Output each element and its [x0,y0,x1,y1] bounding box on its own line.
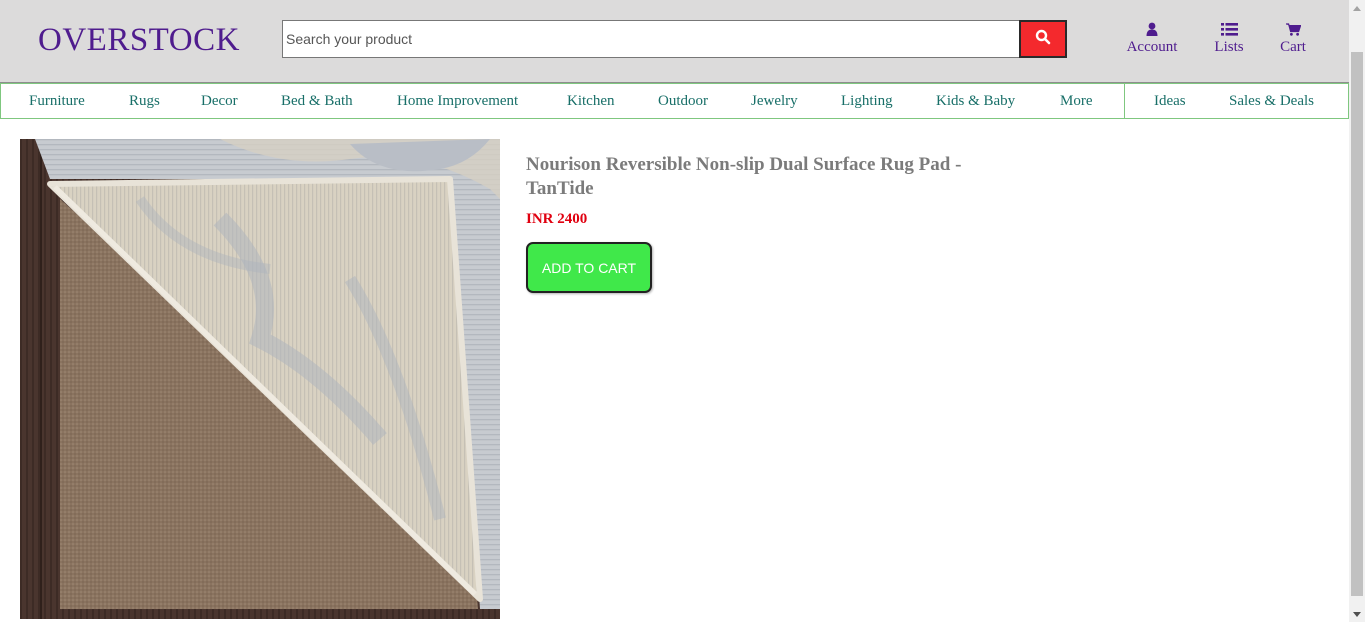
list-icon [1206,20,1252,38]
nav-item-kids-baby[interactable]: Kids & Baby [936,84,1015,118]
category-nav: Furniture Rugs Decor Bed & Bath Home Imp… [0,83,1349,119]
site-header: OVERSTOCK Account [0,0,1349,83]
search-button[interactable] [1019,20,1067,58]
nav-item-home-improvement[interactable]: Home Improvement [397,84,518,118]
nav-item-ideas[interactable]: Ideas [1154,84,1186,118]
add-to-cart-button[interactable]: ADD TO CART [526,242,652,293]
cart-icon [1272,20,1314,38]
search-icon [1035,29,1051,50]
scrollbar-thumb[interactable] [1351,52,1363,596]
account-label: Account [1126,39,1178,55]
nav-item-sales-deals[interactable]: Sales & Deals [1229,84,1314,118]
product-price: INR 2400 [526,211,588,227]
nav-item-outdoor[interactable]: Outdoor [658,84,708,118]
search-input[interactable] [282,20,1019,58]
product-title: Nourison Reversible Non-slip Dual Surfac… [526,154,962,199]
nav-item-decor[interactable]: Decor [201,84,238,118]
site-logo[interactable]: OVERSTOCK [38,22,240,58]
nav-item-jewelry[interactable]: Jewelry [751,84,798,118]
user-icon [1122,20,1182,38]
scroll-down-arrow-icon[interactable] [1349,606,1365,622]
lists-label: Lists [1214,39,1244,55]
nav-item-rugs[interactable]: Rugs [129,84,160,118]
account-link[interactable]: Account [1122,20,1182,56]
page-scrollbar[interactable] [1349,0,1365,622]
nav-divider [1124,84,1125,118]
lists-link[interactable]: Lists [1206,20,1252,56]
nav-item-bed-bath[interactable]: Bed & Bath [281,84,353,118]
nav-item-more[interactable]: More [1060,84,1093,118]
cart-label: Cart [1280,39,1306,55]
product-image [20,139,500,619]
nav-item-furniture[interactable]: Furniture [29,84,85,118]
cart-link[interactable]: Cart [1272,20,1314,56]
nav-item-kitchen[interactable]: Kitchen [567,84,614,118]
nav-item-lighting[interactable]: Lighting [841,84,893,118]
search-bar [282,20,1067,58]
scroll-up-arrow-icon[interactable] [1349,0,1365,16]
